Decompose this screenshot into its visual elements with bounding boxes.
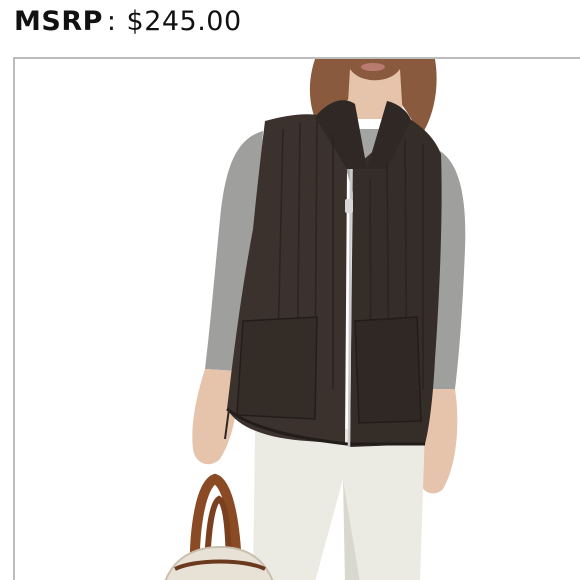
pants	[253, 429, 425, 580]
zipper-pull	[345, 199, 353, 213]
price-header: MSRP : $245.00	[14, 4, 242, 40]
left-pocket	[236, 316, 318, 420]
right-pocket	[354, 316, 422, 424]
product-photo[interactable]	[13, 57, 580, 580]
msrp-price: $245.00	[126, 6, 242, 37]
msrp-separator: :	[106, 6, 117, 37]
msrp-label: MSRP	[14, 6, 103, 37]
lips	[361, 63, 385, 71]
model-illustration	[164, 59, 466, 580]
